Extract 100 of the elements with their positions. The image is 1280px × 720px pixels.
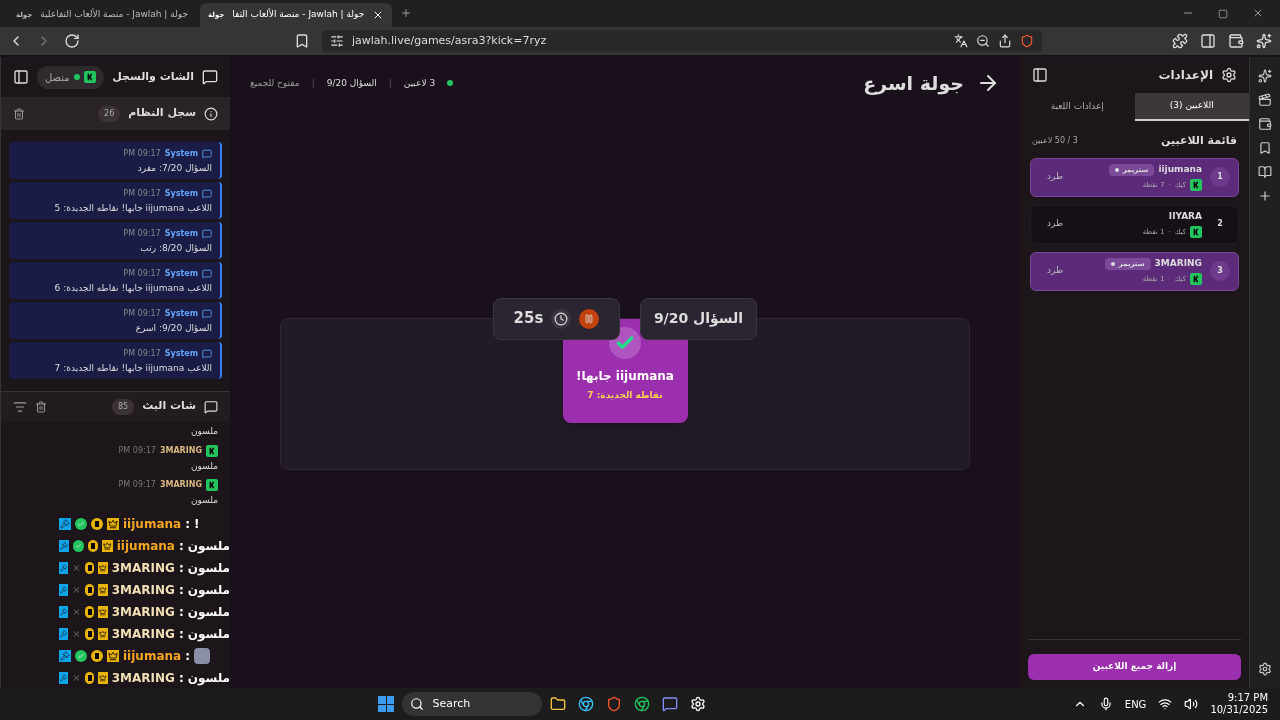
- overlay-message: ملسون: [187, 670, 230, 687]
- taskbar-search[interactable]: Search: [402, 692, 543, 716]
- kick-button[interactable]: طرد: [1039, 217, 1072, 231]
- reload-icon[interactable]: [64, 33, 80, 49]
- coin-badge-icon: [85, 628, 95, 640]
- chat-app-icon[interactable]: [662, 696, 679, 712]
- share-icon[interactable]: [998, 34, 1012, 48]
- crown-badge-icon: [107, 518, 119, 530]
- log-author: System: [164, 348, 198, 360]
- overlay-username: 3MARING: [111, 560, 175, 577]
- gavel-badge-icon: [59, 650, 71, 662]
- chat-time: 09:17 PM: [118, 444, 156, 457]
- coin-badge-icon: [91, 518, 103, 530]
- log-author: System: [164, 228, 198, 240]
- panel-tab[interactable]: اللاعبين (3): [1134, 93, 1249, 121]
- mic-icon[interactable]: [1098, 697, 1113, 711]
- crown-badge-icon: [98, 562, 108, 574]
- section-title: سجل النظام: [128, 105, 196, 122]
- overlay-message: ملسون: [187, 560, 230, 577]
- player-name: IIYARA: [1168, 210, 1202, 224]
- gavel-badge-icon: [59, 628, 69, 640]
- shield-icon[interactable]: [1020, 34, 1034, 48]
- address-bar[interactable]: jawlah.live/games/asra3?kick=7ryz: [322, 30, 1042, 52]
- book-icon[interactable]: [1258, 165, 1272, 179]
- sparkles-icon[interactable]: [1256, 33, 1272, 49]
- log-text: اللاعب iijumana جابها! نقاطه الجديدة: 7: [53, 362, 212, 375]
- crown-badge-icon: [107, 650, 119, 662]
- overlay-separator: :: [178, 604, 184, 621]
- gavel-badge-icon: [59, 584, 69, 596]
- tab-title: جولة | Jawlah - منصة الألعاب التفا: [232, 8, 365, 22]
- windows-start-icon[interactable]: [378, 696, 395, 712]
- overlay-username: 3MARING: [111, 670, 175, 687]
- clock-date[interactable]: 10/31/2025: [1210, 704, 1268, 717]
- gavel-badge-icon: [59, 518, 71, 530]
- clock-icon: [551, 308, 572, 329]
- add-icon[interactable]: [1258, 189, 1272, 203]
- access-label: مفتوح للجميع: [250, 76, 300, 90]
- capacity-text: 3 / 50 لاعبين: [1032, 135, 1078, 148]
- overlay-message: ملسون: [187, 626, 230, 643]
- log-text: السؤال 9/20: اسرع: [134, 322, 212, 335]
- shield-icon[interactable]: [606, 696, 623, 712]
- overlay-username: 3MARING: [111, 582, 175, 599]
- overlay-username: iijumana: [123, 516, 182, 533]
- count-badge: 26: [98, 105, 121, 122]
- crown-badge-icon: [102, 540, 113, 552]
- translate-icon[interactable]: [954, 34, 968, 48]
- folder-icon[interactable]: [550, 696, 567, 712]
- chat-message: ملسون: [189, 425, 218, 438]
- chat-icon: [202, 69, 218, 85]
- coin-badge-icon: [85, 562, 95, 574]
- sidebar-icon[interactable]: [1200, 33, 1216, 49]
- remove-all-button[interactable]: إزالة جميع اللاعبين: [1028, 654, 1241, 680]
- delete-icon[interactable]: [13, 107, 25, 120]
- gavel-badge-icon: [59, 562, 69, 574]
- kick-button[interactable]: طرد: [1039, 170, 1072, 184]
- kick-logo-icon: [1190, 272, 1202, 285]
- maximize-icon[interactable]: [1218, 9, 1228, 19]
- crown-badge-icon: [98, 584, 108, 596]
- toast-title: iijumana جابها!: [576, 367, 674, 385]
- bookmark-icon[interactable]: [1258, 141, 1272, 155]
- pause-button[interactable]: [579, 308, 600, 329]
- sparkles-icon[interactable]: [1258, 69, 1272, 83]
- sort-icon[interactable]: [13, 399, 27, 414]
- site-settings-icon[interactable]: [330, 34, 344, 48]
- volume-icon[interactable]: [1184, 697, 1199, 711]
- browser-icon[interactable]: [634, 696, 651, 712]
- overlay-separator: :: [185, 648, 190, 665]
- collapse-panel-icon[interactable]: [1032, 67, 1048, 83]
- game-title: جولة اسرع: [863, 71, 964, 97]
- collapse-panel-icon[interactable]: [13, 69, 29, 85]
- gavel-badge-icon: [59, 672, 69, 684]
- browser-icon[interactable]: [578, 696, 595, 712]
- settings-icon[interactable]: [1258, 662, 1272, 676]
- delete-icon[interactable]: [35, 400, 47, 413]
- wallet-icon[interactable]: [1228, 33, 1244, 49]
- clock-time[interactable]: 9:17 PM: [1227, 691, 1268, 704]
- video-icon[interactable]: [1258, 93, 1272, 107]
- overlay-message: ملسون: [187, 538, 230, 555]
- close-window-icon[interactable]: [1252, 7, 1264, 19]
- wallet-icon[interactable]: [1258, 117, 1272, 131]
- search-label[interactable]: Search: [432, 695, 471, 713]
- list-title: قائمة اللاعبين: [1160, 133, 1237, 149]
- new-tab-icon[interactable]: [400, 7, 413, 19]
- crown-badge-icon: [98, 628, 108, 640]
- extensions-icon[interactable]: [1172, 33, 1188, 49]
- search-icon[interactable]: [410, 697, 425, 711]
- status-text: متصل: [45, 70, 70, 85]
- overlay-username: 3MARING: [111, 604, 175, 621]
- panel-tab[interactable]: إعدادات اللعبة: [1020, 93, 1135, 121]
- wifi-icon[interactable]: [1158, 697, 1173, 711]
- log-time: 09:17 PM: [123, 188, 161, 200]
- overlay-separator: :: [178, 626, 184, 643]
- language-indicator[interactable]: ENG: [1124, 696, 1147, 712]
- bookmark-icon[interactable]: [294, 33, 310, 49]
- log-author: System: [164, 148, 198, 160]
- crown-badge-icon: [98, 606, 108, 618]
- gavel-badge-icon: [59, 606, 69, 618]
- kick-button[interactable]: طرد: [1039, 264, 1072, 278]
- zoom-icon[interactable]: [976, 34, 990, 48]
- gavel-badge-icon: [59, 540, 70, 552]
